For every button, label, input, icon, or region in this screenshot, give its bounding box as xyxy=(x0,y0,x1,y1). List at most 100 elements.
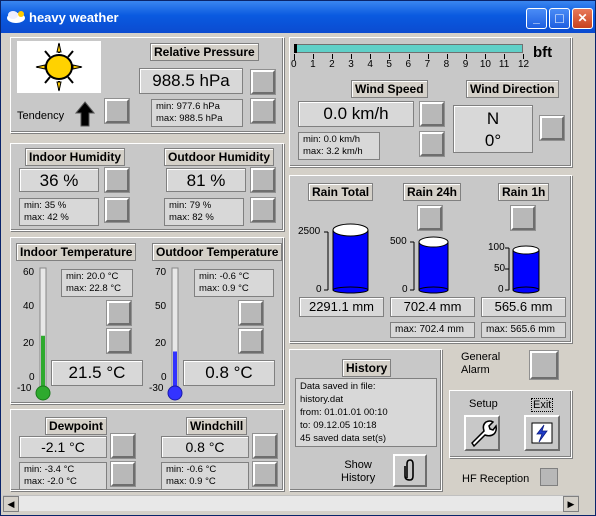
window-title: heavy weather xyxy=(29,10,119,25)
sun-icon xyxy=(17,41,101,93)
scroll-right-arrow-icon[interactable]: ▶ xyxy=(563,496,579,512)
general-alarm-line1: General xyxy=(461,351,501,363)
outdoor-humidity-label: Outdoor Humidity xyxy=(164,148,274,166)
wind-minmax-button[interactable] xyxy=(420,132,444,156)
outdoor-temperature-tick-label: 50 xyxy=(155,301,167,312)
indoor-humidity-value: 36 % xyxy=(19,168,99,192)
pressure-alarm-button[interactable] xyxy=(251,70,275,94)
outdoor-humidity-max: max: 82 % xyxy=(169,212,214,223)
bft-tick-label: 10 xyxy=(479,59,491,70)
indoor-temperature-alarm-button[interactable] xyxy=(107,329,131,353)
indoor-temperature-min: min: 20.0 °C xyxy=(66,271,119,282)
app-icon xyxy=(7,11,25,23)
indoor-temperature-max: max: 22.8 °C xyxy=(66,283,122,294)
outdoor-thermometer xyxy=(167,267,183,401)
pressure-minmax: min: 977.6 hPa max: 988.5 hPa xyxy=(151,99,243,127)
indoor-thermometer xyxy=(35,267,51,401)
history-count: 45 saved data set(s) xyxy=(300,433,387,444)
rain-1h-tick-50: 50 xyxy=(494,263,506,274)
wind-panel: bft Wind Speed Wind Direction 0.0 km/h m… xyxy=(289,37,572,167)
rain-24h-max: max: 702.4 mm xyxy=(390,322,475,338)
dewpoint-max: max: -2.0 °C xyxy=(24,476,77,487)
wrench-icon xyxy=(471,420,497,448)
temperature-panel: Indoor Temperature Outdoor Temperature m… xyxy=(10,237,284,404)
exit-button[interactable] xyxy=(524,415,560,451)
outdoor-temperature-alarm-button[interactable] xyxy=(239,329,263,353)
history-file: history.dat xyxy=(300,394,344,405)
outdoor-temperature-max: max: 0.9 °C xyxy=(199,283,249,294)
rain-24h-tick-min: 0 xyxy=(402,284,408,295)
scroll-left-arrow-icon[interactable]: ◀ xyxy=(3,496,19,512)
outdoor-humidity-min: min: 79 % xyxy=(169,200,212,211)
history-panel: History Data saved in file: history.dat … xyxy=(289,349,442,491)
history-from: from: 01.01.01 00:10 xyxy=(300,407,388,418)
outdoor-temperature-minmax-button[interactable] xyxy=(239,301,263,325)
tendency-alarm-button[interactable] xyxy=(105,99,129,123)
indoor-temperature-minmax-button[interactable] xyxy=(107,301,131,325)
dewpoint-minmax-button[interactable] xyxy=(111,462,135,486)
wind-speed-alarm-button[interactable] xyxy=(420,102,444,126)
wind-minmax: min: 0.0 km/h max: 3.2 km/h xyxy=(298,132,380,160)
history-to: to: 09.12.05 10:18 xyxy=(300,420,377,431)
wind-scale-bar xyxy=(294,44,523,53)
show-history-label: Show History xyxy=(341,459,375,485)
horizontal-scrollbar[interactable]: ◀ ▶ xyxy=(3,495,579,512)
windchill-label: Windchill xyxy=(186,417,248,435)
rain-total-label: Rain Total xyxy=(308,183,374,201)
rain-1h-gauge xyxy=(505,245,540,294)
indoor-temperature-value: 21.5 °C xyxy=(51,360,143,386)
outdoor-humidity-value: 81 % xyxy=(166,168,246,192)
title-bar[interactable]: heavy weather _ □ ✕ xyxy=(1,1,595,33)
windchill-minmax: min: -0.6 °C max: 0.9 °C xyxy=(161,462,249,490)
windchill-value: 0.8 °C xyxy=(161,436,249,458)
show-history-button[interactable] xyxy=(393,454,427,487)
indoor-temperature-tick-label: 40 xyxy=(23,301,35,312)
pressure-minmax-button[interactable] xyxy=(251,99,275,123)
dewpoint-alarm-button[interactable] xyxy=(111,434,135,458)
rain-total-gauge xyxy=(324,223,369,294)
outdoor-temperature-tick-label: 20 xyxy=(155,338,167,349)
outdoor-humidity-alarm-button[interactable] xyxy=(251,168,275,192)
outdoor-temperature-value: 0.8 °C xyxy=(183,360,275,386)
rain-1h-max: max: 565.6 mm xyxy=(481,322,566,338)
tendency-up-arrow-icon xyxy=(75,101,95,127)
wind-direction-alarm-button[interactable] xyxy=(540,116,564,140)
bft-tick-label: 2 xyxy=(329,59,335,70)
bft-tick-label: 4 xyxy=(367,59,373,70)
wind-min: min: 0.0 km/h xyxy=(303,134,361,145)
bft-tick-label: 8 xyxy=(443,59,450,70)
humidity-panel: Indoor Humidity Outdoor Humidity 36 % 81… xyxy=(10,143,284,231)
general-alarm-line2: Alarm xyxy=(461,364,490,376)
wind-direction-label: Wind Direction xyxy=(466,80,559,98)
setup-button[interactable] xyxy=(464,415,500,451)
indoor-humidity-alarm-button[interactable] xyxy=(105,168,129,192)
outdoor-humidity-minmax-button[interactable] xyxy=(251,198,275,222)
pressure-max: max: 988.5 hPa xyxy=(156,113,223,124)
dewpoint-windchill-panel: Dewpoint Windchill -2.1 °C 0.8 °C min: -… xyxy=(10,409,284,491)
outdoor-temperature-tick-label: 0 xyxy=(161,372,167,383)
wind-speed-label: Wind Speed xyxy=(351,80,428,98)
rain-1h-tick-100: 100 xyxy=(488,242,505,253)
rain-1h-tick-0: 0 xyxy=(498,284,504,295)
indoor-temperature-tick-label: 20 xyxy=(23,338,35,349)
outdoor-temperature-tick-label: 70 xyxy=(155,267,167,278)
indoor-temperature-minmax: min: 20.0 °C max: 22.8 °C xyxy=(61,269,133,297)
setup-panel: Setup Exit xyxy=(449,390,572,458)
indoor-temperature-tick-label: 0 xyxy=(29,372,35,383)
lightning-exit-icon xyxy=(531,422,553,444)
windchill-alarm-button[interactable] xyxy=(253,434,277,458)
minimize-button[interactable]: _ xyxy=(526,8,547,29)
pressure-value: 988.5 hPa xyxy=(139,68,243,94)
maximize-button[interactable]: □ xyxy=(549,8,570,29)
rain-24h-label: Rain 24h xyxy=(403,183,462,201)
indoor-temperature-tick-label: -10 xyxy=(17,383,32,394)
paperclip-icon xyxy=(404,459,414,481)
indoor-humidity-minmax-button[interactable] xyxy=(105,198,129,222)
general-alarm-button[interactable] xyxy=(530,351,558,379)
rain-1h-value: 565.6 mm xyxy=(481,297,566,317)
tendency-label: Tendency xyxy=(17,110,65,122)
bft-tick-label: 1 xyxy=(310,59,316,70)
bft-tick-label: 7 xyxy=(424,59,431,70)
close-button[interactable]: ✕ xyxy=(572,8,593,29)
windchill-minmax-button[interactable] xyxy=(253,462,277,486)
